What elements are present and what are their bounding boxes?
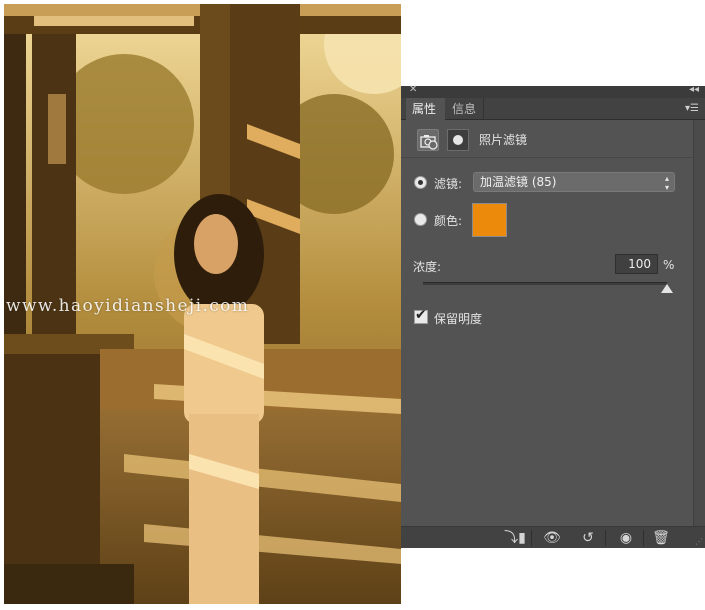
camera-icon	[420, 135, 438, 150]
density-slider-thumb[interactable]	[661, 284, 673, 293]
select-arrows-icon: ▴ ▾	[664, 174, 669, 192]
reset-icon[interactable]: ↺	[576, 529, 600, 547]
layer-mask-icon[interactable]	[447, 129, 469, 151]
preserve-luminosity-checkbox[interactable]: ✔	[414, 307, 428, 324]
toolbar-separator	[531, 530, 532, 546]
adjustment-header: 照片滤镜	[401, 120, 705, 158]
filter-select[interactable]: 加温滤镜 (85) ▴ ▾	[473, 172, 675, 192]
trash-icon[interactable]: 🗑	[649, 529, 673, 547]
document-canvas[interactable]: www.haoyidiansheji.com	[4, 4, 401, 604]
adjustment-title: 照片滤镜	[479, 133, 528, 147]
properties-panel: ✕ ◂◂ 属性 信息 ▾☰ 照片滤镜 滤镜: 加温滤镜 (85) ▴ ▾ 颜色: …	[401, 84, 705, 548]
close-icon[interactable]: ✕	[409, 84, 417, 95]
tab-info[interactable]: 信息	[446, 98, 484, 120]
filter-label: 滤镜:	[434, 177, 463, 191]
panel-bottom-toolbar: ⤵▮ 👁 ↺ ◉ 🗑 ⋰	[401, 526, 705, 548]
double-chevron-icon[interactable]: ◂◂	[689, 84, 699, 95]
density-unit: %	[663, 258, 675, 272]
density-slider-track[interactable]	[423, 282, 667, 285]
panel-menu-icon[interactable]: ▾☰	[685, 103, 699, 114]
clip-to-layer-icon[interactable]: ⤵▮	[503, 529, 527, 547]
panel-titlebar: ✕ ◂◂	[401, 84, 705, 98]
density-label: 浓度:	[413, 260, 442, 274]
visibility-eye-icon[interactable]: ◉	[614, 529, 638, 547]
toolbar-separator	[643, 530, 644, 546]
panel-scrollbar[interactable]	[693, 120, 705, 526]
density-input[interactable]: 100	[615, 254, 658, 274]
filter-select-value: 加温滤镜 (85)	[480, 175, 557, 189]
color-label: 颜色:	[434, 214, 463, 228]
panel-empty-area	[401, 548, 705, 610]
panel-tabbar: 属性 信息 ▾☰	[401, 98, 705, 120]
watermark-text: www.haoyidiansheji.com	[6, 296, 250, 316]
color-swatch[interactable]	[472, 203, 507, 237]
photo-filter-adjustment-icon[interactable]	[417, 129, 439, 151]
checkmark-icon: ✔	[415, 307, 427, 323]
tab-properties[interactable]: 属性	[406, 98, 445, 120]
color-radio[interactable]	[414, 213, 427, 226]
resize-grip-icon[interactable]: ⋰	[695, 537, 703, 546]
preserve-luminosity-label: 保留明度	[434, 312, 483, 326]
view-previous-state-icon[interactable]: 👁	[540, 529, 564, 547]
filter-radio[interactable]	[414, 176, 427, 189]
toolbar-separator	[605, 530, 606, 546]
